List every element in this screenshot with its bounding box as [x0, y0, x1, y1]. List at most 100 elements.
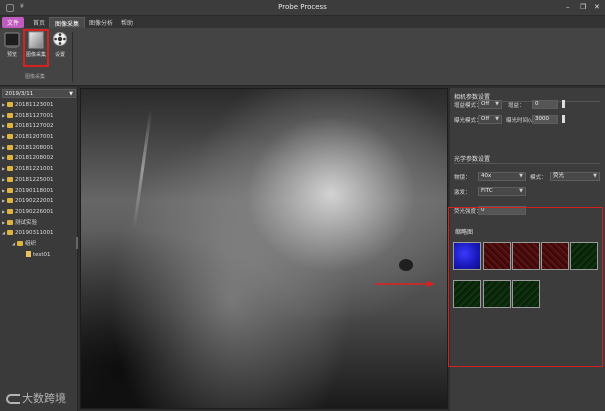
- gain-value: 0: [535, 101, 539, 107]
- filter-label: 激发：: [454, 190, 471, 196]
- thumbnail-green[interactable]: [570, 242, 598, 270]
- tree-node-label: 20181225001: [15, 176, 54, 183]
- preview-label: 预览: [6, 52, 17, 58]
- exposure-mode-value: Off: [481, 116, 490, 122]
- tree-node-label: 组织: [25, 240, 37, 247]
- gain-field[interactable]: 0: [532, 100, 558, 109]
- ribbon-tab-bar: 文件 首页 图像采集 图像分析 帮助: [0, 16, 605, 28]
- capture-image-label: 图像采集: [25, 52, 46, 58]
- gain-mode-select[interactable]: Off ▼: [478, 100, 502, 109]
- objective-value: 40x: [481, 173, 492, 179]
- objective-select[interactable]: 40x ▼: [478, 172, 526, 181]
- preview-button[interactable]: 预览: [1, 31, 23, 65]
- date-picker[interactable]: 2019/3/11 ▼: [2, 89, 76, 98]
- close-button[interactable]: ✕: [594, 3, 600, 11]
- tree-node-label: test01: [33, 251, 51, 258]
- exposure-time-field[interactable]: 3000: [532, 115, 558, 124]
- mode-label: 模式：: [530, 175, 547, 181]
- tab-help[interactable]: 帮助: [116, 17, 138, 28]
- chevron-down-icon: ▼: [495, 116, 499, 122]
- window-title: Probe Process: [278, 3, 327, 11]
- tree-node[interactable]: ▶ 20190118001: [2, 186, 76, 197]
- tree-node[interactable]: ▶ 20181127002: [2, 121, 76, 132]
- tree-node-label: 20181127001: [15, 112, 54, 119]
- tab-image-capture[interactable]: 图像采集: [49, 17, 86, 28]
- watermark-text: 大数跨境: [22, 392, 66, 405]
- chevron-down-icon: ▼: [69, 91, 73, 97]
- tree-node-label: 测试实验: [15, 219, 38, 226]
- tree-node[interactable]: ▶ 测试实验: [2, 218, 76, 229]
- tree-node[interactable]: ▶ 20181123001: [2, 100, 76, 111]
- tree-node[interactable]: ▶ 20181208002: [2, 153, 76, 164]
- thumbnail-green[interactable]: [483, 280, 511, 308]
- mode-value: 荧光: [553, 173, 565, 179]
- tree-node-label: 20190226001: [15, 208, 54, 215]
- tab-file[interactable]: 文件: [2, 17, 25, 28]
- gain-label: 增益：: [508, 103, 525, 109]
- chevron-down-icon: ▼: [495, 101, 499, 107]
- title-bar: ¥ Probe Process – ❐ ✕: [0, 0, 605, 16]
- tree-node[interactable]: ▶ 20181127001: [2, 111, 76, 122]
- folder-icon: [7, 144, 13, 150]
- tree-node[interactable]: test01: [2, 250, 76, 261]
- tree-node-label: 20181123001: [15, 102, 54, 108]
- tree-node-label: 20181208002: [15, 155, 54, 162]
- tree-node[interactable]: ▶ 20181207001: [2, 132, 76, 143]
- tree-node-label: 20181208001: [15, 144, 54, 151]
- exposure-slider[interactable]: [562, 115, 565, 123]
- thumbnail-green[interactable]: [453, 280, 481, 308]
- thumbnails-title: 缩略图: [455, 229, 474, 236]
- tree-scrollbar[interactable]: [76, 237, 78, 249]
- folder-icon: [7, 198, 13, 204]
- settings-label: 设置: [54, 52, 65, 58]
- folder-icon: [7, 230, 13, 236]
- folder-icon: [7, 187, 13, 193]
- folder-icon: [17, 240, 23, 246]
- capture-image-icon: [28, 31, 44, 49]
- thumbnail-red[interactable]: [483, 242, 511, 270]
- chevron-down-icon: ▼: [593, 173, 597, 179]
- watermark: 大数跨境: [6, 390, 66, 406]
- thumbnail-blue[interactable]: [453, 242, 481, 270]
- divider: [454, 163, 600, 164]
- tree-node[interactable]: ◢ 组织: [2, 239, 76, 250]
- mode-select[interactable]: 荧光 ▼: [550, 172, 600, 181]
- preview-camera-icon: [4, 32, 20, 48]
- tree-node[interactable]: ▶ 20190222001: [2, 196, 76, 207]
- tree-node[interactable]: ▶ 20190226001: [2, 207, 76, 218]
- filter-value: FITC: [481, 188, 493, 194]
- sample-tree: ▶ 20181123001 ▶ 20181127001 ▶ 20181127002 ▶…: [2, 100, 76, 260]
- settings-button[interactable]: 设置: [49, 31, 71, 65]
- folder-icon: [7, 112, 13, 118]
- tab-home[interactable]: 首页: [28, 17, 50, 28]
- date-picker-value: 2019/3/11: [5, 91, 34, 97]
- objective-label: 物镜：: [454, 175, 471, 181]
- tree-node-label: 20190311001: [15, 230, 54, 237]
- minimize-button[interactable]: –: [566, 3, 570, 11]
- gain-slider[interactable]: [562, 100, 565, 108]
- folder-icon: [7, 123, 13, 129]
- capture-image-button[interactable]: 图像采集: [23, 29, 49, 67]
- folder-icon: [7, 208, 13, 214]
- tree-node-label: 20181221001: [15, 166, 54, 173]
- thumbnail-red[interactable]: [541, 242, 569, 270]
- tree-node[interactable]: ▶ 20181208001: [2, 143, 76, 154]
- tree-node[interactable]: ◢ 20190311001: [2, 228, 76, 239]
- chevron-down-icon: ▼: [519, 188, 523, 194]
- gain-mode-value: Off: [481, 101, 490, 107]
- ribbon-group-separator: [72, 32, 73, 82]
- restore-button[interactable]: ❐: [580, 3, 586, 11]
- tree-node[interactable]: ▶ 20181225001: [2, 175, 76, 186]
- tab-image-analysis[interactable]: 图像分析: [84, 17, 118, 28]
- filter-select[interactable]: FITC ▼: [478, 187, 526, 196]
- folder-icon: [7, 166, 13, 172]
- exposure-mode-select[interactable]: Off ▼: [478, 115, 502, 124]
- thumbnail-red[interactable]: [512, 242, 540, 270]
- sample-tree-panel: 2019/3/11 ▼ ▶ 20181123001 ▶ 20181127001 ▶ 2…: [0, 87, 78, 411]
- image-viewer[interactable]: [80, 88, 448, 409]
- tree-node-label: 20190222001: [15, 198, 54, 205]
- tree-node[interactable]: ▶ 20181221001: [2, 164, 76, 175]
- tree-node-label: 20181207001: [15, 134, 54, 141]
- watermark-logo-icon: [6, 394, 20, 404]
- thumbnail-green[interactable]: [512, 280, 540, 308]
